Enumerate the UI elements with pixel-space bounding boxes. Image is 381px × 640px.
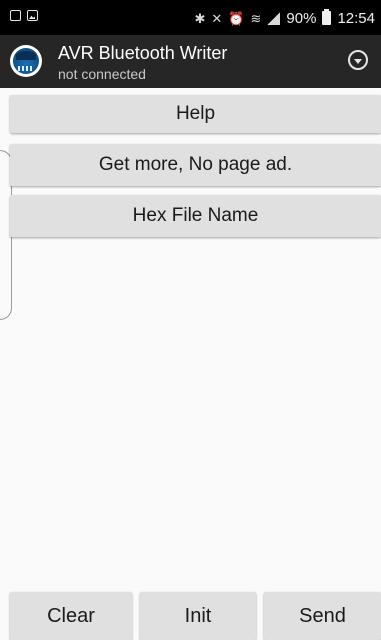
send-button[interactable]: Send <box>264 592 381 640</box>
get-more-button[interactable]: Get more, No page ad. <box>10 144 381 186</box>
overflow-menu-icon[interactable] <box>348 50 368 70</box>
clear-button[interactable]: Clear <box>10 592 132 640</box>
mute-icon: ✕ <box>211 10 223 26</box>
battery-icon <box>322 9 332 25</box>
app-logo-icon <box>10 45 42 77</box>
screenshot-icon <box>10 10 21 21</box>
app-title: AVR Bluetooth Writer <box>58 43 228 63</box>
help-button[interactable]: Help <box>10 95 381 133</box>
bluetooth-icon: ✱ <box>194 10 206 26</box>
battery-percent: 90% <box>286 9 317 27</box>
hex-file-name-button[interactable]: Hex File Name <box>10 195 381 237</box>
wifi-icon: ≋ <box>250 10 262 26</box>
status-bar-right: ✱ ✕ ⏰ ≋ 90% 12:54 <box>195 9 375 27</box>
alarm-icon: ⏰ <box>228 10 245 26</box>
init-button[interactable]: Init <box>140 592 256 640</box>
connection-status: not connected <box>58 66 146 82</box>
status-bar-left <box>10 10 38 21</box>
status-bar: ✱ ✕ ⏰ ≋ 90% 12:54 <box>0 0 381 35</box>
image-icon <box>27 10 38 21</box>
signal-icon <box>267 11 281 25</box>
clock: 12:54 <box>337 9 375 27</box>
action-bar: AVR Bluetooth Writer not connected <box>0 35 381 88</box>
